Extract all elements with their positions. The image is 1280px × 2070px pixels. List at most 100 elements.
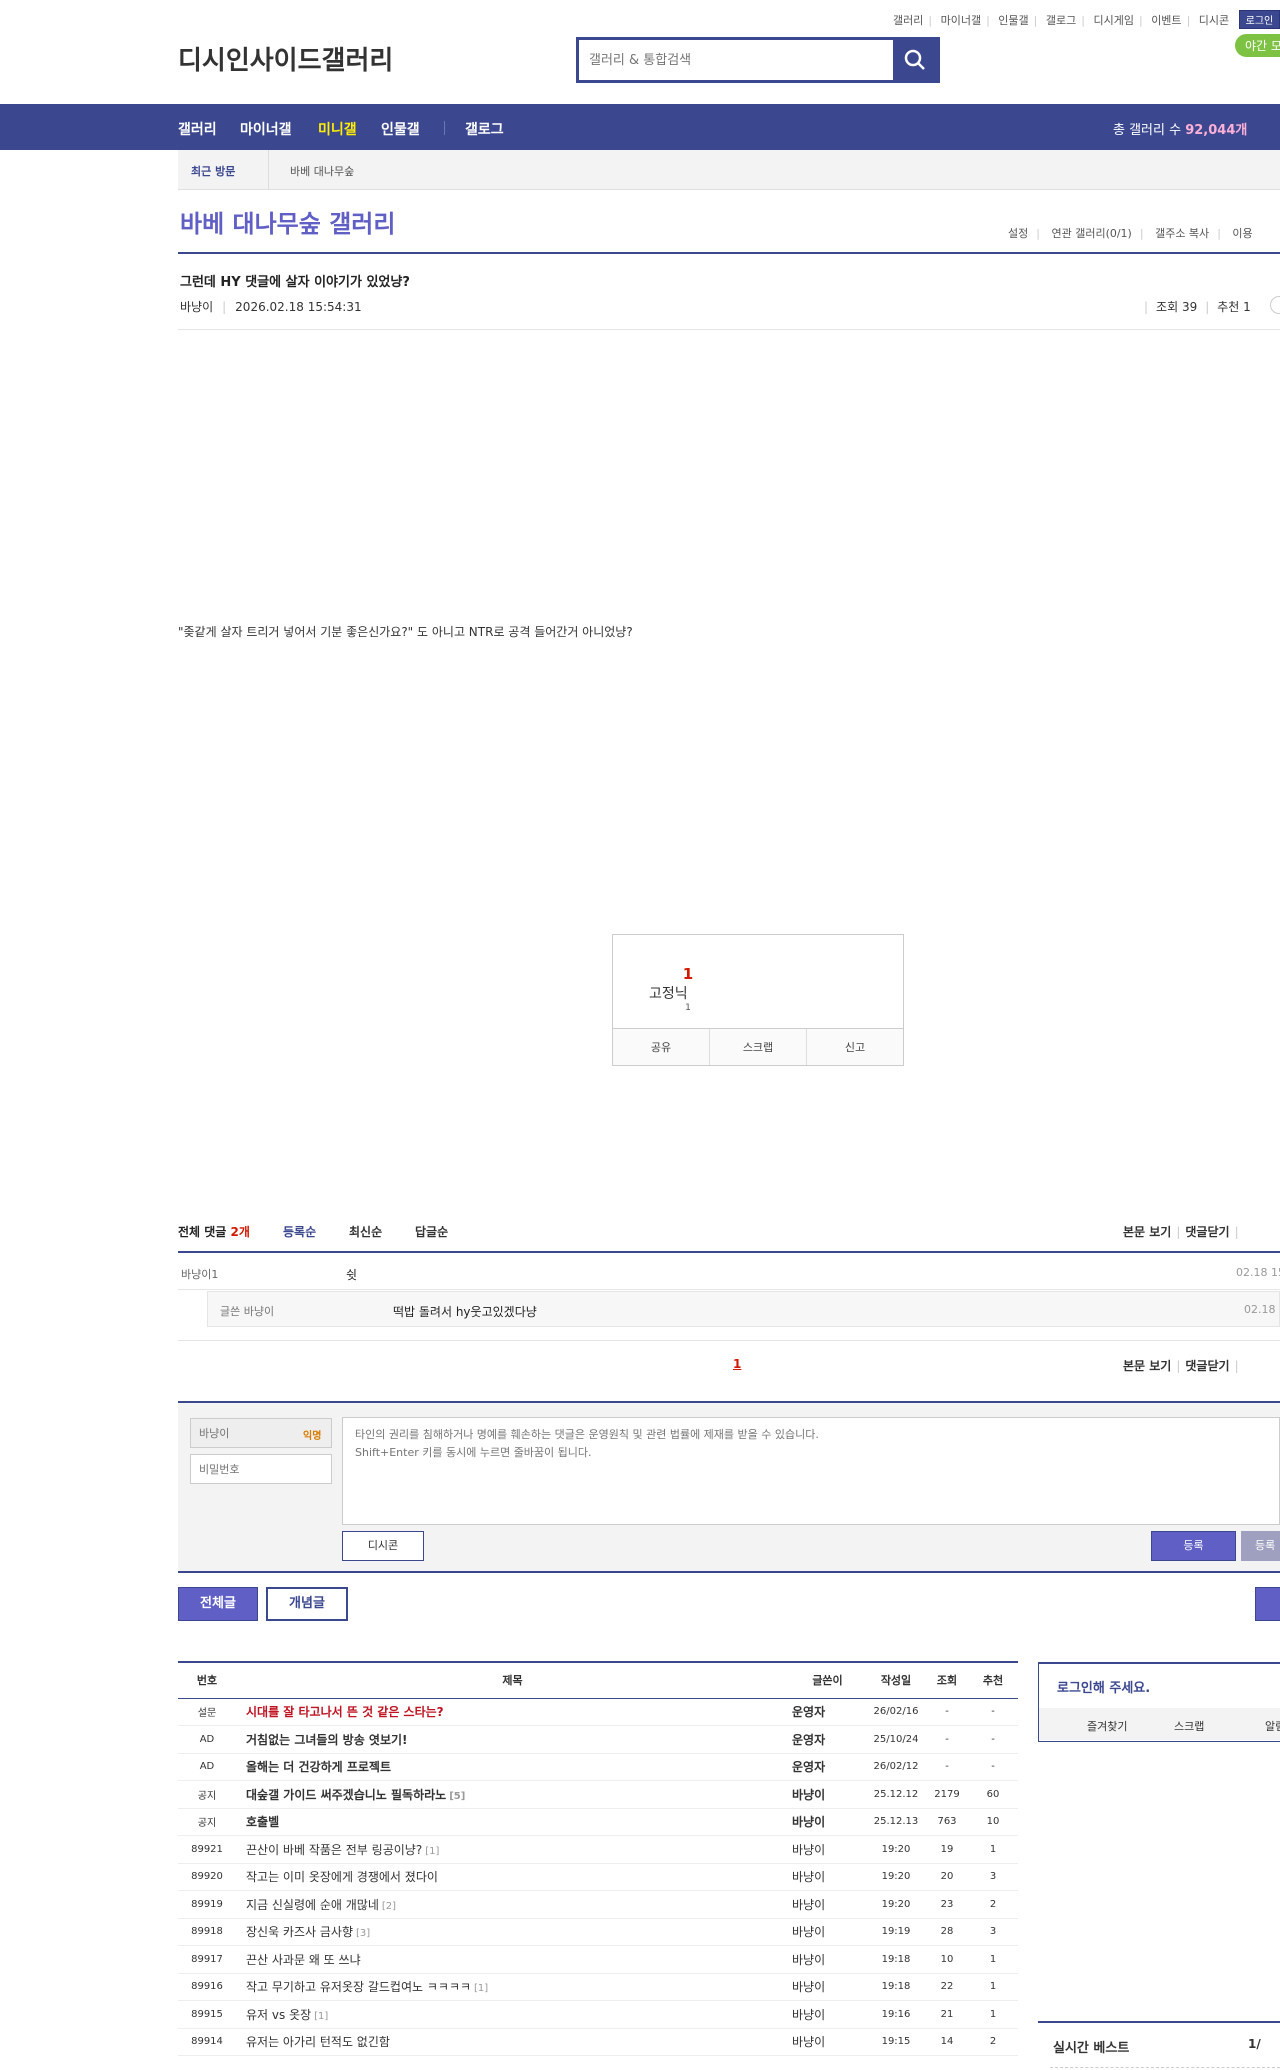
password-input[interactable] xyxy=(191,1455,331,1483)
option-related-gallery[interactable]: 연관 갤러리(0/1) xyxy=(1051,227,1131,240)
post-title-link[interactable]: 유저 vs 옷장 [1] xyxy=(236,2000,789,2029)
post-title-text[interactable]: 끈산 사과문 왜 또 쓰냐 xyxy=(246,1953,361,1967)
post-writer[interactable]: 운영자 xyxy=(789,1698,866,1726)
table-row[interactable]: 89914 유저는 아가리 턴적도 없긴함 바냥이 19:15 14 2 xyxy=(178,2028,1018,2056)
favorites-button[interactable]: 즐겨찾기 xyxy=(1087,1718,1127,1734)
search-input[interactable] xyxy=(579,40,893,80)
post-writer[interactable]: 바냥이 xyxy=(789,1835,866,1864)
post-title-link[interactable]: 올해는 더 건강하게 프로젝트 xyxy=(236,1753,789,1781)
report-button[interactable]: 신고 xyxy=(807,1029,903,1065)
post-writer[interactable]: 바냥이 xyxy=(789,1863,866,1891)
nav-person-gallery[interactable]: 인물갤 xyxy=(381,119,420,139)
comment-textarea[interactable] xyxy=(342,1417,1280,1525)
post-writer[interactable]: 운영자 xyxy=(789,1725,866,1754)
post-title-link[interactable]: 장신욱 카즈사 금사향 [3] xyxy=(236,1918,789,1946)
post-writer[interactable]: 운영자 xyxy=(789,1753,866,1781)
post-more-icon[interactable] xyxy=(1270,296,1280,314)
view-post-button[interactable]: 본문 보기 xyxy=(1123,1225,1171,1239)
nav-gallog[interactable]: 갤로그 xyxy=(465,119,504,139)
option-usage[interactable]: 이용 xyxy=(1232,227,1252,240)
table-row[interactable]: 89919 지금 신실령에 순애 개많네 [2] 바냥이 19:20 23 2 xyxy=(178,1890,1018,1919)
post-writer[interactable]: 바냥이 xyxy=(789,2000,866,2029)
top-link-dccon[interactable]: 디시콘 xyxy=(1199,12,1229,28)
post-title-text[interactable]: 대숲갤 가이드 써주겠습니노 필독하라노 xyxy=(246,1788,446,1802)
close-comments-button-bottom[interactable]: 댓글닫기 xyxy=(1185,1359,1229,1373)
nav-mini-gallery[interactable]: 미니갤 xyxy=(318,119,357,139)
post-title-text[interactable]: 끈산이 바베 작품은 전부 링공이냥? xyxy=(246,1843,422,1857)
top-link-game[interactable]: 디시게임 xyxy=(1093,12,1133,28)
login-button[interactable]: 로그인 xyxy=(1238,10,1280,29)
recent-gallery-link[interactable]: 바베 대나무숲 xyxy=(290,163,354,179)
write-button[interactable] xyxy=(1255,1587,1280,1621)
post-title-text[interactable]: 유저는 아가리 턴적도 없긴함 xyxy=(246,2035,390,2049)
sort-registered[interactable]: 등록순 xyxy=(283,1223,316,1240)
post-writer[interactable]: 바냥이 xyxy=(789,1808,866,1836)
post-title-text[interactable]: 장신욱 카즈사 금사향 xyxy=(246,1925,353,1939)
post-title-link[interactable]: 대숲갤 가이드 써주겠습니노 필독하라노 [5] xyxy=(236,1780,789,1809)
top-link-gallery[interactable]: 갤러리 xyxy=(893,12,923,28)
tab-best-posts[interactable]: 개념글 xyxy=(266,1587,348,1621)
post-title-text[interactable]: 시대를 잘 타고나서 뜬 것 같은 스타는? xyxy=(246,1705,444,1719)
share-button[interactable]: 공유 xyxy=(613,1029,710,1065)
post-title-text[interactable]: 작고 무기하고 유저옷장 갈드컵여노 ㅋㅋㅋㅋ xyxy=(246,1980,471,1994)
login-prompt[interactable]: 로그인해 주세요. xyxy=(1057,1677,1150,1696)
gallery-title[interactable]: 바베 대나무숲 갤러리 xyxy=(180,204,395,239)
table-row[interactable]: AD 올해는 더 건강하게 프로젝트 운영자 26/02/12- - xyxy=(178,1753,1018,1781)
post-writer[interactable]: 바냥이 xyxy=(789,1973,866,2001)
option-settings[interactable]: 설정 xyxy=(1008,227,1028,240)
post-title-text[interactable]: 지금 신실령에 순애 개많네 xyxy=(246,1898,379,1912)
post-title-text[interactable]: 작고는 이미 옷장에게 경쟁에서 졌다이 xyxy=(246,1870,438,1884)
comment-nick[interactable]: 바냥이1 xyxy=(181,1266,218,1282)
site-logo[interactable]: 디시인사이드갤러리 xyxy=(178,40,393,77)
post-title-text[interactable]: 유저 vs 옷장 xyxy=(246,2008,311,2022)
table-row[interactable]: 89918 장신욱 카즈사 금사향 [3] 바냥이 19:19 28 3 xyxy=(178,1918,1018,1946)
post-title-link[interactable]: 끈산이 바베 작품은 전부 링공이냥? [1] xyxy=(236,1835,789,1864)
reply-count[interactable]: [1] xyxy=(314,2011,328,2022)
dccon-button[interactable]: 디시콘 xyxy=(342,1531,424,1561)
realtime-best-title[interactable]: 실시간 베스트 xyxy=(1053,2037,1129,2056)
table-row[interactable]: 89921 끈산이 바베 작품은 전부 링공이냥? [1] 바냥이 19:20 19 1 xyxy=(178,1835,1018,1864)
comment-submit-reg-button[interactable]: 등록 xyxy=(1241,1531,1280,1561)
post-writer[interactable]: 바냥이 xyxy=(789,1890,866,1919)
nav-gallery[interactable]: 갤러리 xyxy=(178,119,217,139)
top-link-gallog[interactable]: 갤로그 xyxy=(1046,12,1076,28)
post-writer[interactable]: 바냥이 xyxy=(789,1780,866,1809)
reply-count[interactable]: [1] xyxy=(474,1983,488,1994)
post-title-link[interactable]: 시대를 잘 타고나서 뜬 것 같은 스타는? xyxy=(236,1698,789,1726)
post-title-link[interactable]: 작고 무기하고 유저옷장 갈드컵여노 ㅋㅋㅋㅋ [1] xyxy=(236,1973,789,2001)
post-title-text[interactable]: 거침없는 그녀들의 방송 엿보기! xyxy=(246,1733,408,1747)
post-writer[interactable]: 바냥이 xyxy=(789,1918,866,1946)
view-post-button-bottom[interactable]: 본문 보기 xyxy=(1123,1359,1171,1373)
table-row[interactable]: 설문 시대를 잘 타고나서 뜬 것 같은 스타는? 운영자 26/02/16- - xyxy=(178,1698,1018,1726)
reply-nick[interactable]: 글쓴 바냥이 xyxy=(220,1303,274,1319)
tab-all-posts[interactable]: 전체글 xyxy=(178,1587,258,1621)
recommend-count[interactable]: 1 xyxy=(673,965,703,983)
notification-button[interactable]: 알림 xyxy=(1265,1718,1280,1734)
post-title-link[interactable]: 유저는 아가리 턴적도 없긴함 xyxy=(236,2028,789,2056)
table-row[interactable]: AD 거침없는 그녀들의 방송 엿보기! 운영자 25/10/24- - xyxy=(178,1725,1018,1754)
table-row[interactable]: 89917 끈산 사과문 왜 또 쓰냐 바냥이 19:18 10 1 xyxy=(178,1945,1018,1974)
reply-count[interactable]: [2] xyxy=(382,1901,396,1912)
reply-count[interactable]: [3] xyxy=(356,1928,370,1939)
table-row[interactable]: 89916 작고 무기하고 유저옷장 갈드컵여노 ㅋㅋㅋㅋ [1] 바냥이 19:18 2… xyxy=(178,1973,1018,2001)
recent-title[interactable]: 최근 방문 xyxy=(191,163,235,179)
comment-submit-button[interactable]: 등록 xyxy=(1151,1531,1236,1561)
comment-page-1[interactable]: 1 xyxy=(733,1357,741,1371)
top-link-person[interactable]: 인물갤 xyxy=(998,12,1028,28)
reply-count[interactable]: [5] xyxy=(449,1791,465,1802)
post-writer[interactable]: 바냥이 xyxy=(789,1945,866,1974)
top-link-event[interactable]: 이벤트 xyxy=(1151,12,1181,28)
nav-minor-gallery[interactable]: 마이너갤 xyxy=(240,119,292,139)
side-scrap-button[interactable]: 스크랩 xyxy=(1174,1718,1204,1734)
post-title-link[interactable]: 끈산 사과문 왜 또 쓰냐 xyxy=(236,1945,789,1974)
sort-replies[interactable]: 답글순 xyxy=(415,1223,448,1240)
post-title-link[interactable]: 작고는 이미 옷장에게 경쟁에서 졌다이 xyxy=(236,1863,789,1891)
post-author[interactable]: 바냥이 xyxy=(180,300,213,314)
close-comments-button[interactable]: 댓글닫기 xyxy=(1185,1225,1229,1239)
option-copy-address[interactable]: 갤주소 복사 xyxy=(1155,227,1209,240)
top-link-minor[interactable]: 마이너갤 xyxy=(941,12,981,28)
table-row[interactable]: 공지 대숲갤 가이드 써주겠습니노 필독하라노 [5] 바냥이 25.12.12 2179… xyxy=(178,1780,1018,1809)
post-title-link[interactable]: 지금 신실령에 순애 개많네 [2] xyxy=(236,1890,789,1919)
table-row[interactable]: 89920 작고는 이미 옷장에게 경쟁에서 졌다이 바냥이 19:20 20 3 xyxy=(178,1863,1018,1891)
post-title-text[interactable]: 올해는 더 건강하게 프로젝트 xyxy=(246,1760,391,1774)
